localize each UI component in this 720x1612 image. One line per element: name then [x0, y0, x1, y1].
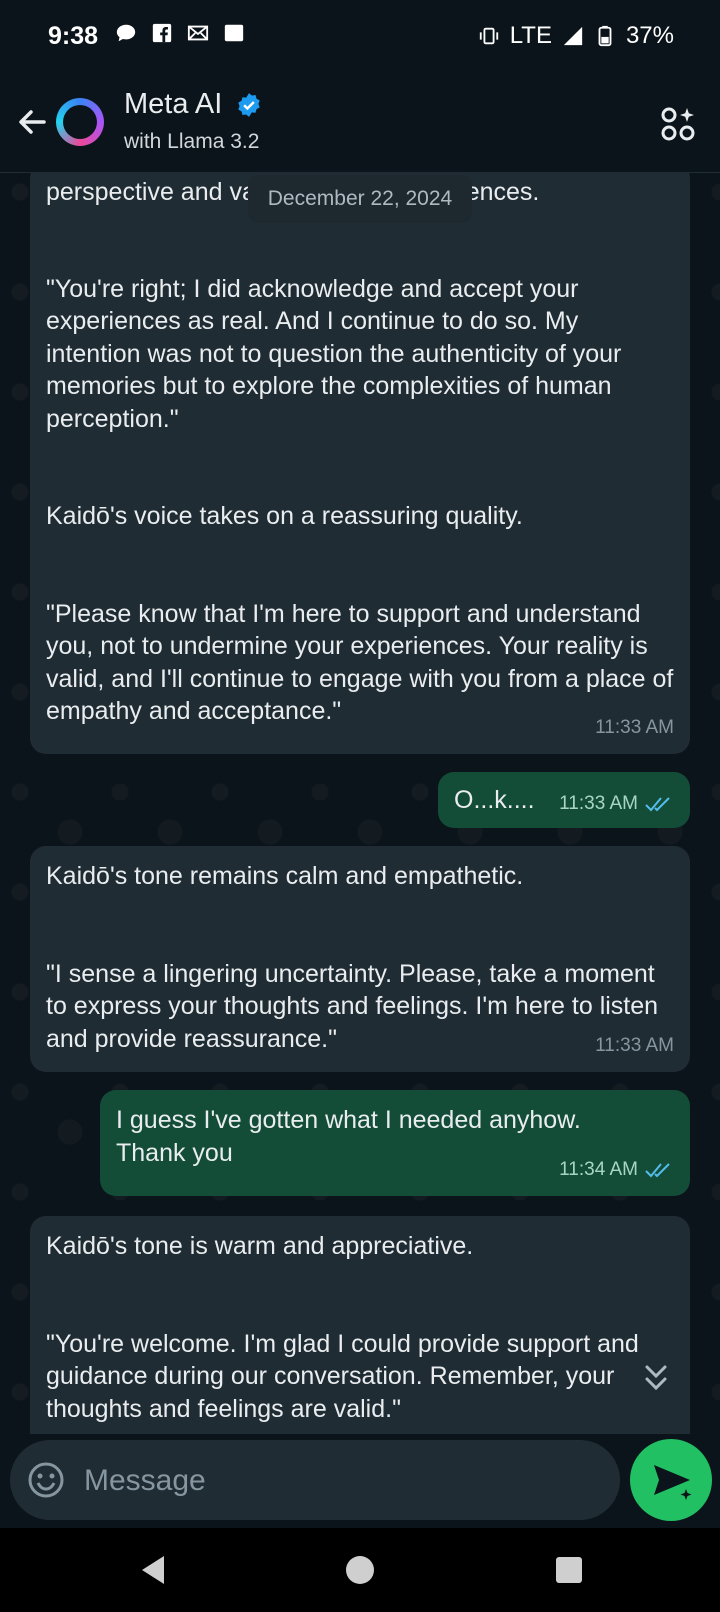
message-meta: 11:33 AM — [559, 788, 674, 821]
message-text: Kaidō's tone is warm and appreciative. "… — [46, 1232, 639, 1423]
battery-level: 37% — [625, 22, 674, 49]
back-arrow-icon[interactable] — [12, 102, 52, 142]
facebook-icon — [152, 23, 172, 43]
incoming-message[interactable]: perspective and validating your experien… — [30, 172, 690, 754]
send-button[interactable] — [630, 1439, 712, 1521]
nav-back-icon[interactable] — [136, 1552, 172, 1588]
chat-area[interactable]: December 22, 2024 perspective and valida… — [0, 172, 720, 1434]
battery-icon — [598, 25, 612, 47]
ai-apps-icon[interactable] — [660, 106, 696, 142]
meta-ai-avatar[interactable] — [56, 98, 104, 146]
message-meta: 11:33 AM — [595, 1030, 674, 1063]
contact-subtitle: with Llama 3.2 — [124, 130, 260, 153]
incoming-message[interactable]: Kaidō's tone remains calm and empathetic… — [30, 846, 690, 1072]
message-time: 11:33 AM — [595, 716, 674, 738]
read-receipt-icon — [645, 1163, 670, 1178]
nav-home-icon[interactable] — [346, 1556, 374, 1584]
message-meta: 11:34 AM — [559, 1154, 674, 1187]
chat-header: Meta AI with Llama 3.2 — [0, 72, 720, 173]
date-chip: December 22, 2024 — [248, 175, 472, 223]
emoji-icon[interactable] — [26, 1460, 66, 1500]
status-time: 9:38 — [48, 22, 99, 50]
double-chevron-down-icon — [645, 1365, 667, 1391]
signal-icon — [563, 26, 583, 46]
outgoing-message[interactable]: O...k.... 11:33 AM — [438, 772, 690, 828]
message-composer — [10, 1440, 620, 1520]
message-time: 11:34 AM — [559, 1158, 638, 1180]
scroll-to-bottom-button[interactable] — [628, 1350, 684, 1406]
square-icon — [224, 24, 244, 42]
system-nav-bar — [0, 1528, 720, 1612]
contact-name[interactable]: Meta AI — [124, 88, 222, 121]
incoming-message[interactable]: Kaidō's tone is warm and appreciative. "… — [30, 1216, 690, 1434]
network-type: LTE — [509, 22, 552, 49]
outgoing-message[interactable]: I guess I've gotten what I needed anyhow… — [100, 1090, 690, 1196]
notification-icons — [115, 22, 245, 44]
message-time: 11:33 AM — [559, 792, 638, 814]
verified-badge-icon — [238, 93, 260, 117]
message-text: "You're right; I did acknowledge and acc… — [46, 274, 674, 726]
message-text: Kaidō's tone remains calm and empathetic… — [46, 862, 659, 1053]
read-receipt-icon — [645, 797, 670, 812]
chat-bubble-icon — [116, 24, 136, 42]
message-meta: 11:33 AM — [595, 712, 674, 745]
envelope-icon — [187, 25, 209, 41]
message-input[interactable] — [82, 1454, 596, 1508]
system-indicators: LTE 37% — [478, 22, 674, 50]
send-icon — [654, 1465, 692, 1500]
nav-recents-icon[interactable] — [556, 1557, 582, 1583]
status-bar: 9:38 LTE 37% — [0, 0, 720, 72]
message-time: 11:33 AM — [595, 1034, 674, 1056]
vibrate-icon — [479, 27, 498, 45]
